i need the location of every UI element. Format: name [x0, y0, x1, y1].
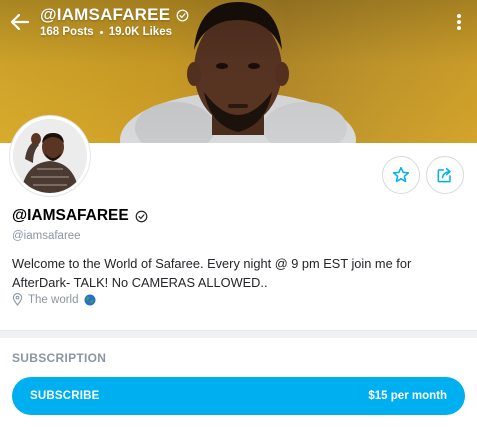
avatar-image: [13, 119, 87, 193]
arrow-left-icon: [10, 13, 30, 31]
profile-name: @IAMSAFAREE: [12, 207, 148, 225]
location-pin-icon: [12, 293, 23, 306]
subscribe-label: SUBSCRIBE: [30, 390, 100, 402]
verified-badge-icon: [135, 210, 148, 222]
header-title-text: @IAMSAFAREE: [40, 5, 171, 24]
header-title: @IAMSAFAREE: [40, 5, 189, 25]
profile-location: The world: [12, 293, 96, 306]
avatar[interactable]: [10, 116, 90, 196]
profile-handle[interactable]: @iamsafaree: [12, 230, 81, 242]
posts-count: 168 Posts: [40, 26, 94, 38]
header-stats: 168 Posts 19.0K Likes: [40, 26, 172, 38]
profile-name-text: @IAMSAFAREE: [12, 207, 129, 224]
subscribe-button[interactable]: SUBSCRIBE $15 per month: [12, 377, 465, 415]
top-bar: @IAMSAFAREE 168 Posts 19.0K Likes: [0, 0, 477, 50]
more-options-button[interactable]: [449, 10, 469, 34]
subscribe-price: $15 per month: [368, 390, 447, 402]
likes-count: 19.0K Likes: [108, 26, 172, 38]
favorite-button[interactable]: [382, 156, 420, 194]
back-button[interactable]: [8, 10, 32, 34]
more-vertical-icon: [457, 14, 461, 30]
section-divider: [0, 330, 477, 338]
avatar-portrait: [13, 119, 87, 193]
share-icon: [437, 168, 451, 183]
location-text: The world: [28, 293, 79, 306]
star-icon: [392, 166, 410, 183]
subscription-section-title: SUBSCRIPTION: [12, 351, 107, 365]
profile-bio: Welcome to the World of Safaree. Every n…: [12, 256, 412, 290]
separator-dot: [99, 30, 103, 34]
share-button[interactable]: [426, 156, 464, 194]
globe-icon: [84, 294, 95, 305]
verified-badge-icon: [176, 9, 189, 21]
